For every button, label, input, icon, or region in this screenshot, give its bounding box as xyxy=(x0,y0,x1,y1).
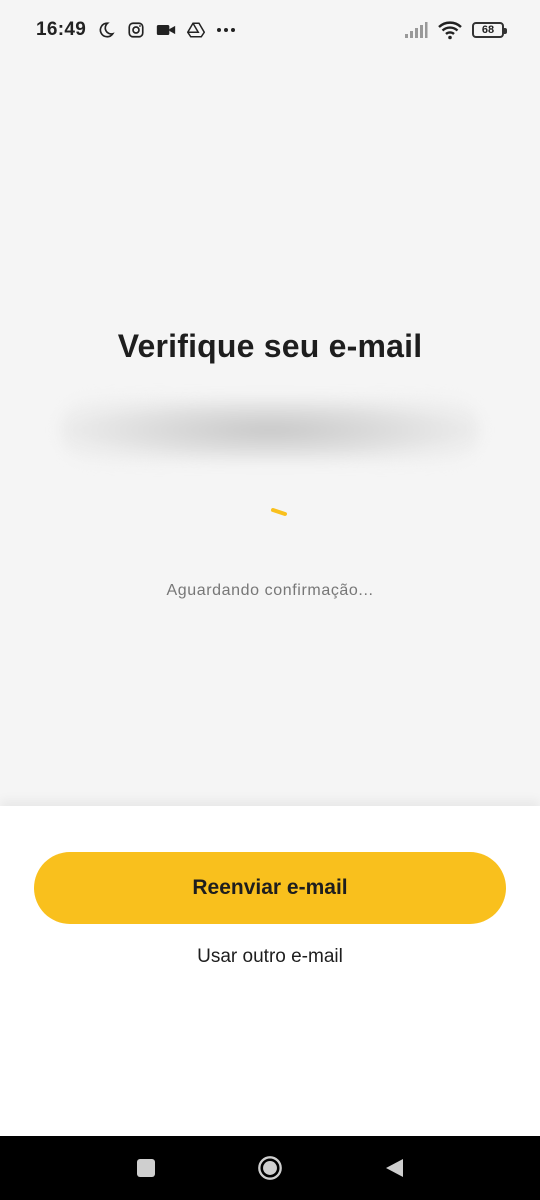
page-title: Verifique seu e-mail xyxy=(117,328,423,364)
drive-icon xyxy=(186,20,206,40)
navigation-bar xyxy=(0,1136,540,1200)
battery-level: 68 xyxy=(481,24,495,36)
status-time: 16:49 xyxy=(36,19,87,40)
moon-icon xyxy=(96,20,116,40)
status-bar: 16:49 68 xyxy=(0,0,540,60)
resend-email-button[interactable]: Reenviar e-mail xyxy=(34,852,506,924)
battery-icon: 68 xyxy=(472,22,507,38)
recents-square-icon[interactable] xyxy=(133,1155,159,1181)
home-circle-icon[interactable] xyxy=(257,1155,283,1181)
blurred-email-address xyxy=(60,398,480,462)
bottom-sheet: Reenviar e-mail Usar outro e-mail xyxy=(0,806,540,1136)
loading-spinner xyxy=(271,508,287,516)
wifi-icon xyxy=(438,20,462,40)
waiting-confirmation-text: Aguardando confirmação... xyxy=(166,582,374,599)
video-camera-icon xyxy=(156,20,176,40)
status-left: 16:49 xyxy=(36,19,236,41)
signal-icon xyxy=(404,20,428,40)
status-right: 68 xyxy=(404,20,507,40)
more-dots-icon xyxy=(216,20,236,40)
spinner-arc xyxy=(271,508,287,516)
screen: 16:49 68 Verifique seu e-mail Aguardando… xyxy=(0,0,540,1200)
instagram-icon xyxy=(126,20,146,40)
back-triangle-icon[interactable] xyxy=(381,1155,407,1181)
use-another-email-link[interactable]: Usar outro e-mail xyxy=(0,946,540,968)
